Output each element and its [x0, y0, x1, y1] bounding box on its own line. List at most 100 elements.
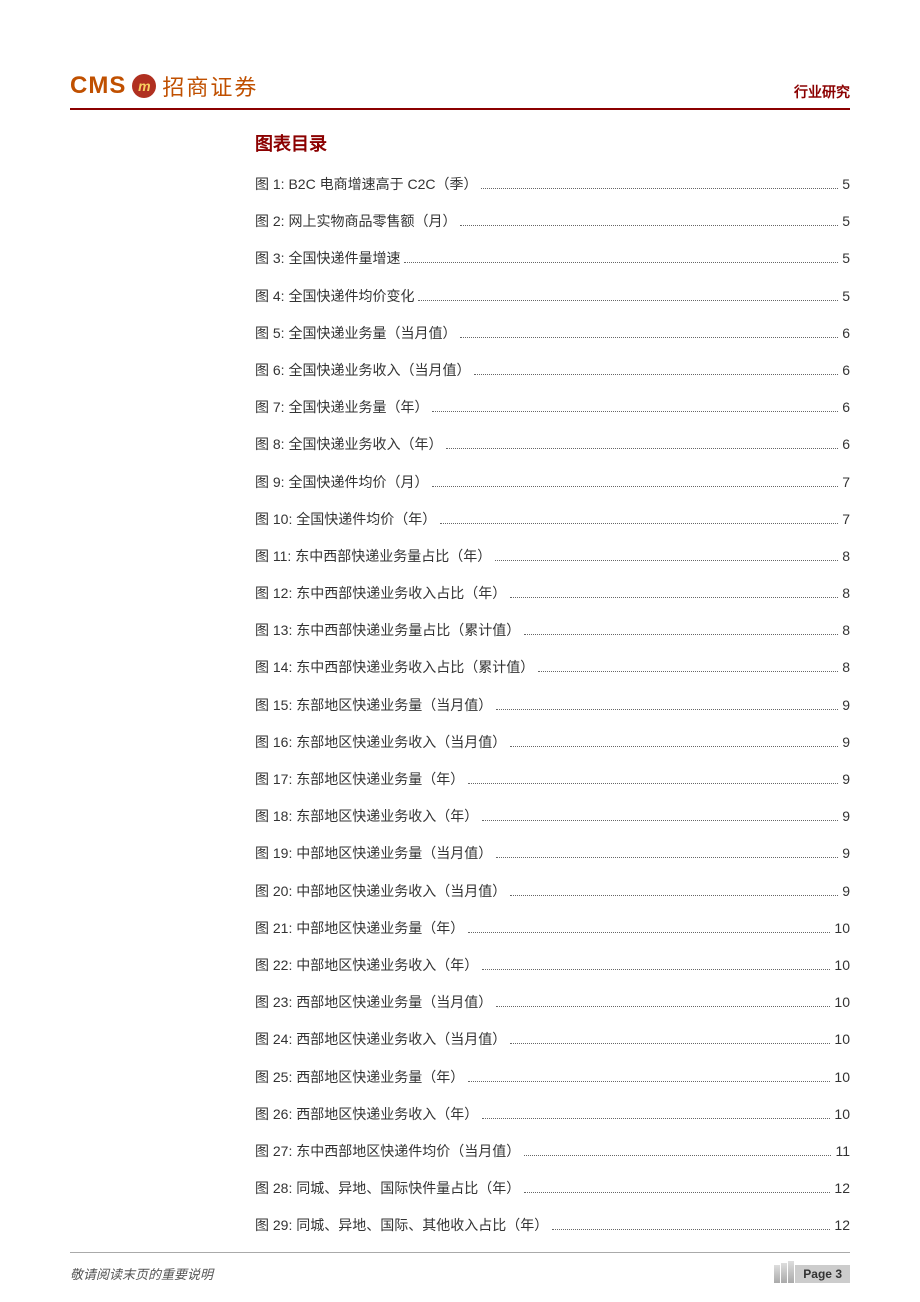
toc-entry: 图 18: 东部地区快递业务收入（年）9 [255, 806, 850, 826]
toc-entry-page: 9 [842, 883, 850, 899]
toc-entry-label: 图 4: 全国快递件均价变化 [255, 286, 414, 306]
toc-leader-dots [524, 1155, 831, 1156]
toc-leader-dots [460, 225, 838, 226]
toc-entry: 图 3: 全国快递件量增速 5 [255, 248, 850, 268]
toc-leader-dots [524, 634, 838, 635]
toc-entry: 图 16: 东部地区快递业务收入（当月值） 9 [255, 732, 850, 752]
toc-entry-label: 图 14: 东中西部快递业务收入占比（累计值） [255, 657, 534, 677]
toc-entry-page: 9 [842, 771, 850, 787]
toc-entry-page: 9 [842, 845, 850, 861]
toc-entry-page: 8 [842, 548, 850, 564]
toc-leader-dots [468, 783, 838, 784]
toc-entry-page: 6 [842, 399, 850, 415]
toc-leader-dots [418, 300, 838, 301]
toc-entry-page: 9 [842, 734, 850, 750]
toc-leader-dots [538, 671, 838, 672]
toc-leader-dots [404, 262, 838, 263]
toc-title: 图表目录 [255, 130, 850, 156]
toc-entry-label: 图 23: 西部地区快递业务量（当月值） [255, 992, 492, 1012]
page-number: Page 3 [795, 1265, 850, 1283]
page-container: CMS m 招商证券 行业研究 图表目录 图 1: B2C 电商增速高于 C2C… [0, 0, 920, 1302]
toc-entry-label: 图 2: 网上实物商品零售额（月） [255, 211, 456, 231]
toc-entry-page: 5 [842, 176, 850, 192]
toc-entry-page: 11 [835, 1143, 850, 1159]
toc-entry: 图 1: B2C 电商增速高于 C2C（季） 5 [255, 174, 850, 194]
toc-entry: 图 19: 中部地区快递业务量（当月值） 9 [255, 843, 850, 863]
toc-entry-label: 图 9: 全国快递件均价（月） [255, 472, 428, 492]
toc-entry-page: 7 [842, 511, 850, 527]
toc-leader-dots [482, 1118, 830, 1119]
toc-entry: 图 21: 中部地区快递业务量（年）10 [255, 918, 850, 938]
toc-leader-dots [474, 374, 838, 375]
toc-entry-page: 10 [834, 1106, 850, 1122]
toc-entry: 图 27: 东中西部地区快递件均价（当月值）11 [255, 1141, 850, 1161]
toc-entry-label: 图 13: 东中西部快递业务量占比（累计值） [255, 620, 520, 640]
toc-leader-dots [481, 188, 838, 189]
toc-leader-dots [482, 969, 830, 970]
logo-text-cms: CMS [70, 72, 126, 100]
toc-entry: 图 28: 同城、异地、国际快件量占比（年） 12 [255, 1178, 850, 1198]
toc-entry: 图 13: 东中西部快递业务量占比（累计值）8 [255, 620, 850, 640]
company-logo: CMS m 招商证券 [70, 70, 258, 102]
toc-entry-page: 10 [834, 994, 850, 1010]
toc-entry-page: 6 [842, 325, 850, 341]
toc-entry-label: 图 22: 中部地区快递业务收入（年） [255, 955, 478, 975]
decorative-bar-icon [781, 1263, 787, 1283]
toc-leader-dots [482, 820, 838, 821]
toc-entry: 图 20: 中部地区快递业务收入（当月值） 9 [255, 881, 850, 901]
toc-list: 图 1: B2C 电商增速高于 C2C（季）5图 2: 网上实物商品零售额（月）… [255, 174, 850, 1235]
toc-entry-label: 图 12: 东中西部快递业务收入占比（年） [255, 583, 506, 603]
toc-entry: 图 4: 全国快递件均价变化 5 [255, 286, 850, 306]
toc-entry-page: 6 [842, 436, 850, 452]
toc-entry-page: 5 [842, 250, 850, 266]
toc-entry-label: 图 1: B2C 电商增速高于 C2C（季） [255, 174, 477, 194]
toc-entry-page: 5 [842, 288, 850, 304]
toc-leader-dots [496, 857, 838, 858]
toc-entry: 图 14: 东中西部快递业务收入占比（累计值） 8 [255, 657, 850, 677]
header-category: 行业研究 [794, 82, 850, 102]
logo-text-chinese: 招商证券 [162, 70, 258, 102]
toc-entry-label: 图 7: 全国快递业务量（年） [255, 397, 428, 417]
toc-entry-page: 9 [842, 697, 850, 713]
page-header: CMS m 招商证券 行业研究 [70, 70, 850, 110]
toc-entry-label: 图 3: 全国快递件量增速 [255, 248, 400, 268]
toc-entry-label: 图 28: 同城、异地、国际快件量占比（年） [255, 1178, 520, 1198]
toc-entry-page: 8 [842, 585, 850, 601]
logo-circle-icon: m [132, 74, 156, 98]
toc-entry-label: 图 10: 全国快递件均价（年） [255, 509, 436, 529]
toc-entry: 图 9: 全国快递件均价（月）7 [255, 472, 850, 492]
toc-leader-dots [510, 1043, 830, 1044]
toc-entry: 图 17: 东部地区快递业务量（年）9 [255, 769, 850, 789]
toc-leader-dots [510, 895, 838, 896]
toc-entry-label: 图 15: 东部地区快递业务量（当月值） [255, 695, 492, 715]
toc-entry-page: 10 [834, 957, 850, 973]
toc-entry-label: 图 19: 中部地区快递业务量（当月值） [255, 843, 492, 863]
toc-entry-label: 图 21: 中部地区快递业务量（年） [255, 918, 464, 938]
toc-entry-page: 12 [834, 1217, 850, 1233]
toc-entry: 图 24: 西部地区快递业务收入（当月值） 10 [255, 1029, 850, 1049]
toc-entry-label: 图 20: 中部地区快递业务收入（当月值） [255, 881, 506, 901]
toc-entry: 图 25: 西部地区快递业务量（年）10 [255, 1067, 850, 1087]
toc-entry-page: 9 [842, 808, 850, 824]
toc-entry-label: 图 24: 西部地区快递业务收入（当月值） [255, 1029, 506, 1049]
page-footer: 敬请阅读末页的重要说明 Page 3 [70, 1252, 850, 1283]
toc-entry: 图 10: 全国快递件均价（年） 7 [255, 509, 850, 529]
footer-disclaimer: 敬请阅读末页的重要说明 [70, 1264, 213, 1283]
footer-page-indicator: Page 3 [774, 1261, 850, 1283]
toc-entry-label: 图 16: 东部地区快递业务收入（当月值） [255, 732, 506, 752]
toc-entry: 图 2: 网上实物商品零售额（月） 5 [255, 211, 850, 231]
decorative-bar-icon [774, 1265, 780, 1283]
toc-entry-label: 图 26: 西部地区快递业务收入（年） [255, 1104, 478, 1124]
toc-entry-page: 8 [842, 659, 850, 675]
toc-leader-dots [460, 337, 838, 338]
toc-entry: 图 8: 全国快递业务收入（年） 6 [255, 434, 850, 454]
toc-entry-label: 图 8: 全国快递业务收入（年） [255, 434, 442, 454]
toc-entry-page: 12 [834, 1180, 850, 1196]
toc-entry: 图 5: 全国快递业务量（当月值）6 [255, 323, 850, 343]
toc-entry-page: 10 [834, 1031, 850, 1047]
toc-leader-dots [440, 523, 838, 524]
toc-leader-dots [496, 1006, 830, 1007]
toc-entry-page: 5 [842, 213, 850, 229]
toc-leader-dots [495, 560, 838, 561]
toc-leader-dots [510, 597, 838, 598]
